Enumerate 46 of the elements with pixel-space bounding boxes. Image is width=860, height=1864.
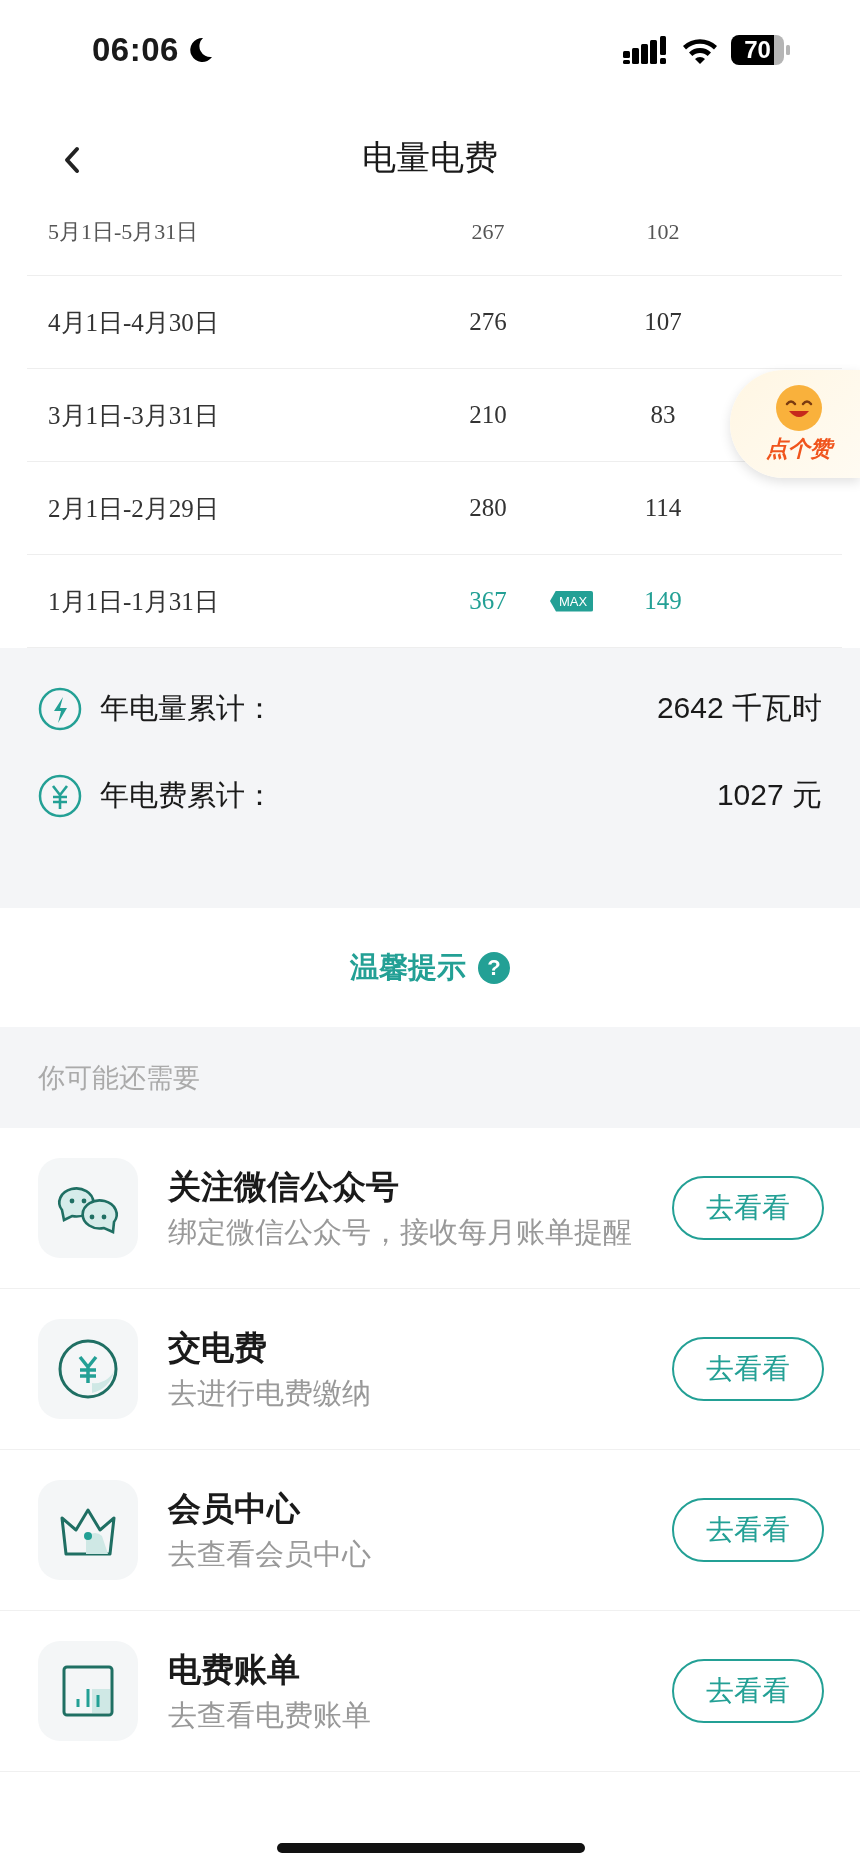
usage-cell-text: 367 xyxy=(468,587,508,615)
help-icon: ? xyxy=(478,951,510,984)
summary-value: 1027 元 xyxy=(716,777,822,813)
back-chevron-icon xyxy=(64,146,80,174)
battery-level: 70 xyxy=(731,35,784,65)
yen-icon xyxy=(38,773,82,818)
view-button[interactable]: 去看看 xyxy=(672,1176,824,1240)
battery-tip-icon xyxy=(786,45,790,55)
like-button[interactable]: 点个赞 xyxy=(730,370,860,478)
smiley-icon xyxy=(775,384,823,432)
section-title: 你可能还需要 xyxy=(0,1027,860,1128)
max-badge: MAX xyxy=(550,590,594,612)
period-cell-text: 5月1日-5月31日 xyxy=(48,218,200,243)
summary-label: 年电费累计： xyxy=(100,776,275,814)
fee-cell-text: 102 xyxy=(645,218,681,243)
item-subtitle: 绑定微信公众号，接收每月账单提醒 xyxy=(168,1213,633,1251)
fee-cell-text: 149 xyxy=(643,587,683,615)
fee-cell-text: 114 xyxy=(643,494,683,522)
usage-cell-text: 267 xyxy=(470,218,506,243)
period-cell-text: 4月1日-4月30日 xyxy=(48,307,220,338)
item-subtitle: 去查看电费账单 xyxy=(168,1696,372,1734)
item-title: 会员中心 xyxy=(168,1487,302,1530)
usage-cell-text: 280 xyxy=(468,494,508,522)
tips-link[interactable]: 温馨提示 ? xyxy=(344,946,516,989)
item-subtitle: 去进行电费缴纳 xyxy=(168,1374,372,1412)
fee-cell-text: 83 xyxy=(649,401,677,429)
item-title: 关注微信公众号 xyxy=(168,1165,400,1208)
period-cell-text: 3月1日-3月31日 xyxy=(48,400,220,431)
bolt-icon xyxy=(38,686,82,731)
usage-cell-text: 276 xyxy=(468,308,508,336)
wifi-icon xyxy=(681,36,719,64)
signal-icon xyxy=(623,36,667,64)
item-title: 电费账单 xyxy=(168,1648,301,1691)
view-button[interactable]: 去看看 xyxy=(672,1498,824,1562)
view-button[interactable]: 去看看 xyxy=(672,1659,824,1723)
period-cell-text: 2月1日-2月29日 xyxy=(48,493,220,524)
usage-cell-text: 210 xyxy=(468,401,508,429)
item-subtitle: 去查看会员中心 xyxy=(168,1535,372,1573)
view-button[interactable]: 去看看 xyxy=(672,1337,824,1401)
summary-value: 2642 千瓦时 xyxy=(656,690,822,726)
item-title: 交电费 xyxy=(168,1326,268,1369)
period-cell-text: 1月1日-1月31日 xyxy=(48,586,220,617)
page-title: 电量电费 xyxy=(362,135,498,179)
clock-time: 06:06 xyxy=(92,31,179,69)
summary-label: 年电量累计： xyxy=(100,689,275,727)
fee-cell-text: 107 xyxy=(643,308,683,336)
